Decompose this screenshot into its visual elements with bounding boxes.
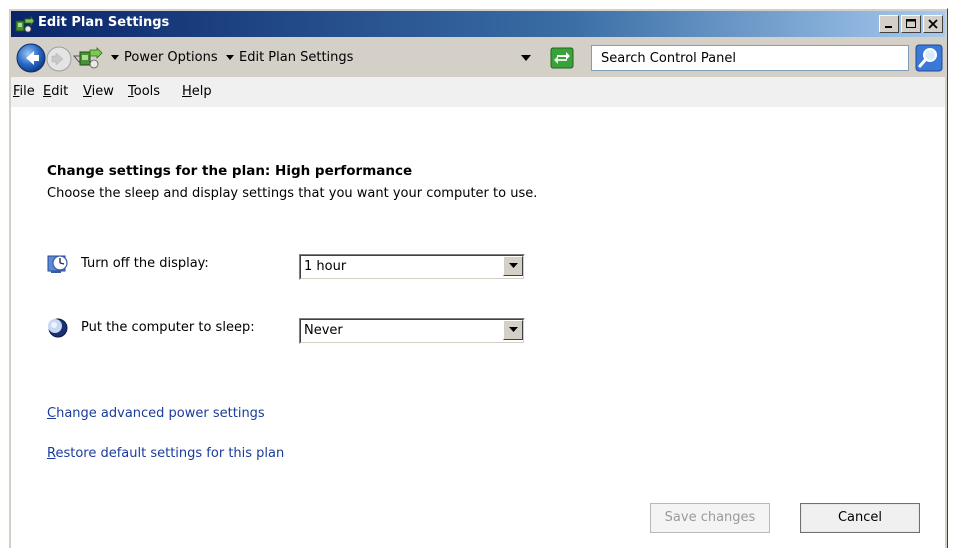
menu-edit-rest: dit [51,84,69,99]
window-title: Edit Plan Settings [38,15,170,30]
menu-help[interactable]: Help [182,84,212,99]
address-toolbar: Power Options Edit Plan Settings Search … [11,39,945,77]
search-icon[interactable] [915,44,943,72]
advanced-link-rest: hange advanced power settings [56,406,265,421]
change-advanced-power-settings-link[interactable]: Change advanced power settings [47,406,265,421]
maximize-button[interactable] [901,15,921,33]
cancel-button[interactable]: Cancel [800,503,920,533]
edit-plan-settings-window: Edit Plan Settings Power Options Edit Pl… [8,8,948,548]
menu-edit-mnemonic: E [43,84,52,99]
restore-default-settings-link[interactable]: Restore default settings for this plan [47,446,284,461]
page-description: Choose the sleep and display settings th… [47,186,538,201]
menu-tools-rest: ools [133,84,161,99]
menu-tools[interactable]: Tools [128,84,160,99]
breadcrumb-power-options[interactable]: Power Options [124,50,218,65]
power-plan-icon [15,15,35,33]
display-timer-icon [47,255,68,273]
display-timeout-dropdown-button[interactable] [503,256,523,276]
minimize-button[interactable] [879,15,899,33]
menu-view-rest: iew [91,84,114,99]
advanced-link-mnemonic: C [47,406,57,421]
search-input[interactable]: Search Control Panel [591,45,909,71]
display-timeout-select[interactable]: 1 hour [299,254,525,280]
menu-edit[interactable]: Edit [43,84,68,99]
display-timeout-label: Turn off the display: [81,256,209,271]
menu-bar: File Edit View Tools Help [11,77,945,107]
chevron-down-icon [509,263,518,268]
control-panel-icon [79,47,103,69]
sleep-moon-icon [48,318,68,338]
chevron-down-icon [509,327,518,332]
display-timeout-value: 1 hour [304,259,347,274]
maximize-icon [906,19,916,28]
title-bar[interactable]: Edit Plan Settings [11,11,945,37]
close-button[interactable] [923,15,943,33]
menu-view-mnemonic: V [83,84,92,99]
breadcrumb-separator-icon[interactable] [111,55,119,61]
address-box[interactable]: Power Options Edit Plan Settings [79,44,543,72]
sleep-timeout-select[interactable]: Never [299,318,525,344]
sleep-timeout-value: Never [304,323,343,338]
sleep-timeout-dropdown-button[interactable] [503,320,523,340]
minimize-icon [885,26,892,28]
restore-link-rest: estore default settings for this plan [55,446,285,461]
menu-file-rest: ile [19,84,35,99]
save-changes-button[interactable]: Save changes [650,503,770,533]
sleep-timeout-label: Put the computer to sleep: [81,320,255,335]
content-pane: Change settings for the plan: High perfo… [11,107,945,548]
menu-help-rest: elp [191,84,212,99]
breadcrumb-edit-plan-settings[interactable]: Edit Plan Settings [239,50,353,65]
close-icon [928,19,938,29]
page-title: Change settings for the plan: High perfo… [47,163,413,179]
address-history-dropdown[interactable] [521,55,531,62]
back-button[interactable] [15,42,47,74]
menu-view[interactable]: View [83,84,114,99]
menu-help-mnemonic: H [182,84,192,99]
refresh-button[interactable] [549,46,577,70]
forward-button[interactable] [45,45,73,73]
search-placeholder: Search Control Panel [601,51,736,66]
menu-file[interactable]: File [13,84,35,99]
breadcrumb-separator-icon[interactable] [226,55,234,61]
